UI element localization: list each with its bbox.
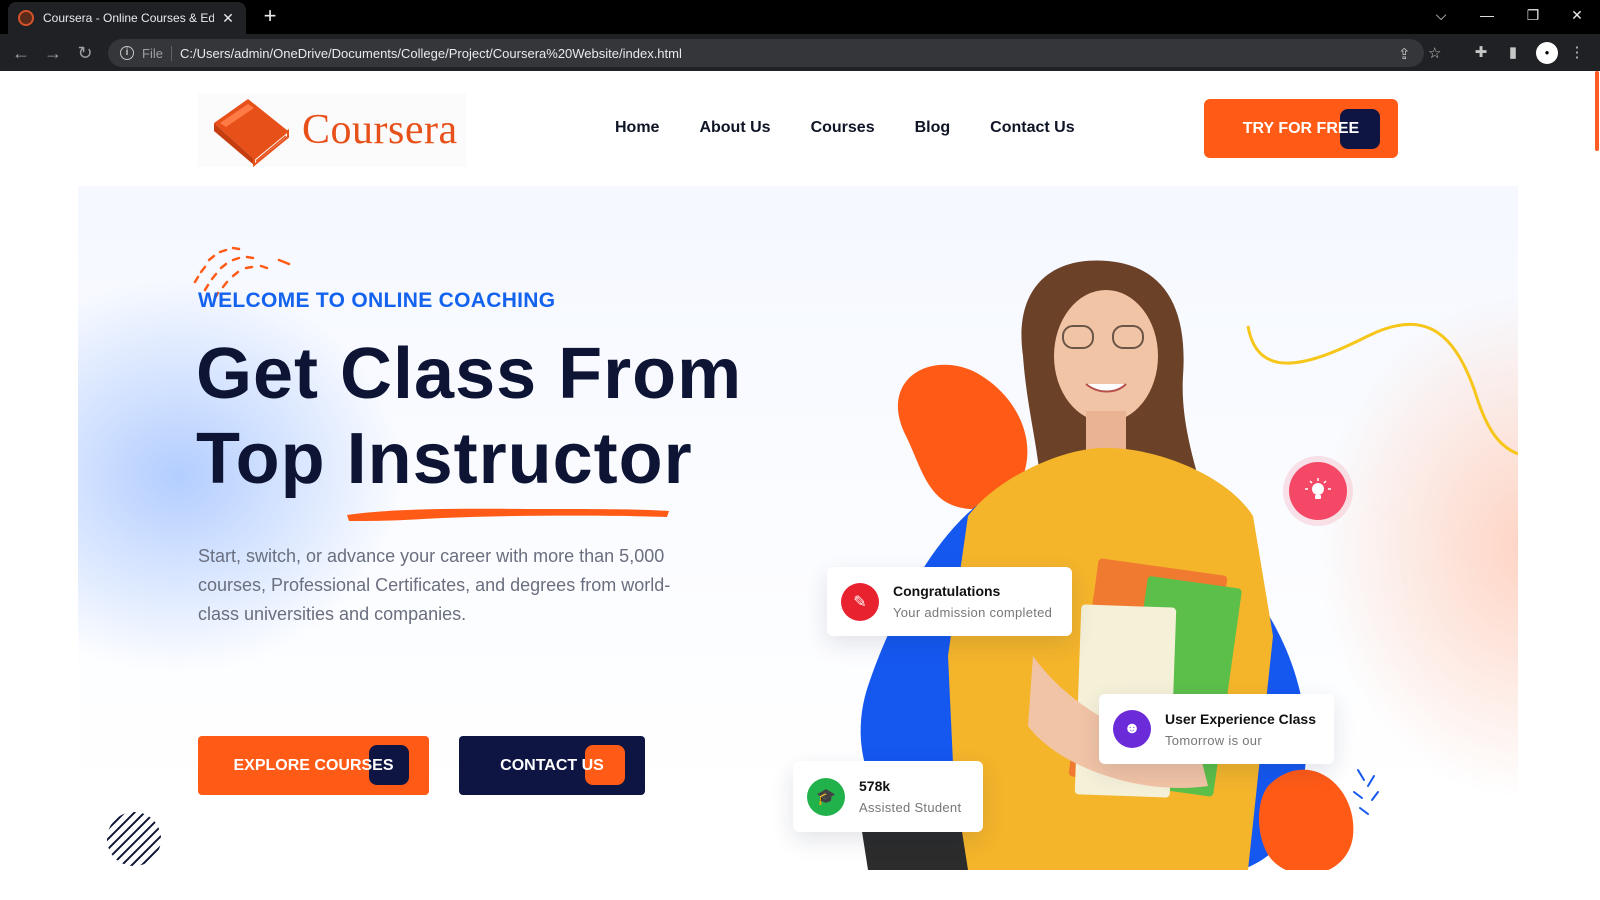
confetti-dots (1353, 769, 1379, 815)
page-viewport: Coursera Home About Us Courses Blog Cont… (0, 71, 1600, 900)
reload-icon[interactable]: ↻ (72, 40, 98, 66)
browser-toolbar: ← → ↻ i File C:/Users/admin/OneDrive/Doc… (0, 34, 1600, 71)
striped-circle-decoration (107, 812, 161, 866)
card-title: User Experience Class (1165, 710, 1316, 727)
card-subtitle: Your admission completed (893, 605, 1053, 620)
nav-about-us[interactable]: About Us (699, 119, 770, 137)
tab-title: Coursera - Online Courses & Edu (43, 11, 214, 25)
restore-icon[interactable]: ❐ (1510, 0, 1556, 30)
user-group-icon: ☻ (1113, 710, 1151, 748)
edit-icon: ✎ (841, 582, 879, 621)
explore-courses-label: EXPLORE COURSES (233, 756, 394, 774)
hero-title-line-2: Top Instructor (196, 419, 693, 499)
window-close-icon[interactable]: ✕ (1554, 0, 1600, 30)
class-card: ☻ User Experience Class Tomorrow is our (1099, 694, 1334, 764)
card-subtitle: Tomorrow is our (1165, 732, 1262, 748)
coursera-favicon-icon (18, 10, 34, 26)
back-icon[interactable]: ← (8, 40, 34, 66)
extensions-icon[interactable]: ✚ (1470, 42, 1492, 64)
nav-contact-us[interactable]: Contact Us (990, 119, 1074, 137)
forward-icon[interactable]: → (40, 40, 66, 66)
hero-title-line-1: Get Class From (196, 334, 743, 414)
site-header: Coursera Home About Us Courses Blog Cont… (78, 71, 1518, 186)
browser-tab[interactable]: Coursera - Online Courses & Edu ✕ (8, 2, 246, 34)
contact-us-label: CONTACT US (500, 756, 604, 774)
hero-description: Start, switch, or advance your career wi… (198, 546, 671, 624)
hero-section: WELCOME TO ONLINE COACHING Get Class Fro… (78, 186, 1518, 870)
try-for-free-button[interactable]: TRY FOR FREE (1204, 99, 1398, 158)
site-logo[interactable]: Coursera (198, 93, 466, 167)
url-text[interactable]: C:/Users/admin/OneDrive/Documents/Colleg… (180, 46, 682, 61)
contact-us-button[interactable]: CONTACT US (459, 736, 645, 795)
card-title: Congratulations (893, 583, 1001, 599)
site-info-icon[interactable]: i (120, 46, 134, 60)
hero-tagline: WELCOME TO ONLINE COACHING (198, 289, 556, 312)
graduation-cap-icon: 🎓 (807, 777, 845, 816)
card-title: 578k (859, 778, 891, 794)
menu-kebab-icon[interactable]: ⋮ (1566, 42, 1588, 64)
bookmark-star-icon[interactable]: ☆ (1428, 44, 1441, 62)
students-card: 🎓 578k Assisted Student (793, 761, 983, 832)
explore-courses-button[interactable]: EXPLORE COURSES (198, 736, 429, 795)
file-scheme-label: File (142, 45, 172, 61)
new-tab-icon[interactable]: + (258, 4, 282, 28)
book-logo-icon (214, 99, 289, 167)
side-panel-icon[interactable]: ▮ (1502, 42, 1524, 64)
brush-underline (347, 508, 669, 521)
nav-home[interactable]: Home (615, 119, 659, 137)
profile-avatar-icon[interactable]: ● (1536, 42, 1558, 64)
minimize-icon[interactable]: — (1464, 0, 1510, 30)
lightbulb-badge (1289, 462, 1347, 520)
congratulations-card: ✎ Congratulations Your admission complet… (827, 567, 1072, 636)
scrollbar-thumb[interactable] (1595, 71, 1599, 151)
tab-close-icon[interactable]: ✕ (220, 10, 236, 27)
tab-search-icon[interactable]: ⌵ (1418, 0, 1464, 30)
try-for-free-label: TRY FOR FREE (1242, 119, 1360, 137)
lightbulb-icon (1305, 478, 1331, 499)
nav-blog[interactable]: Blog (915, 119, 951, 137)
yellow-swirl-line (1246, 322, 1518, 456)
main-nav: Home About Us Courses Blog Contact Us (615, 119, 1075, 137)
orange-blob-bottom (1258, 769, 1354, 870)
card-subtitle: Assisted Student (859, 800, 962, 815)
browser-tabbar: Coursera - Online Courses & Edu ✕ + ⌵ — … (0, 0, 1600, 34)
nav-courses[interactable]: Courses (811, 119, 875, 137)
logo-text: Coursera (302, 107, 458, 153)
share-icon[interactable]: ⇪ (1398, 45, 1411, 63)
address-bar[interactable]: i File C:/Users/admin/OneDrive/Documents… (108, 39, 1441, 67)
